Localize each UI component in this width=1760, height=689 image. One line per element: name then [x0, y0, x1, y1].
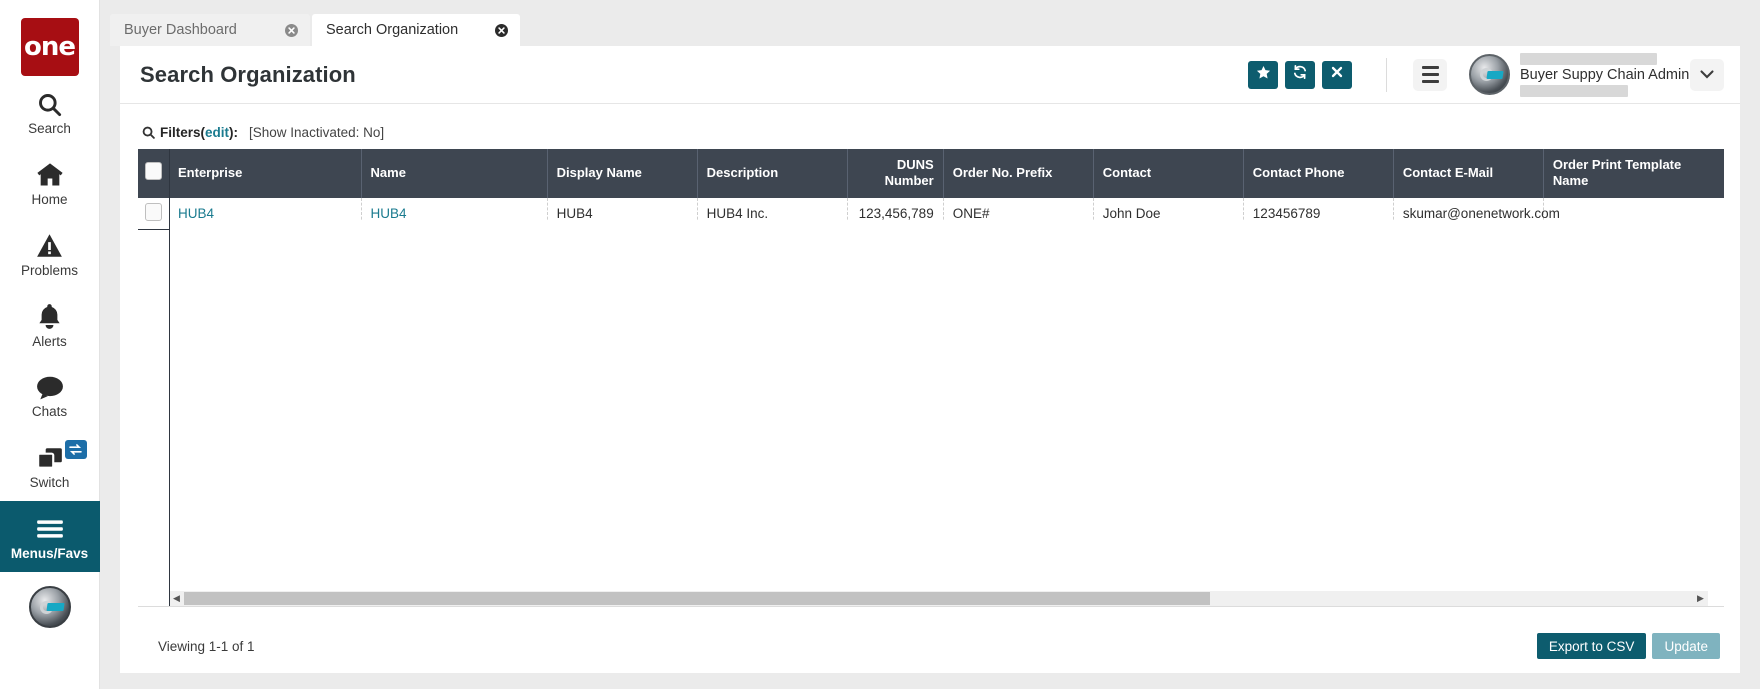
select-all-header[interactable] — [138, 149, 169, 198]
column-header-description[interactable]: Description — [697, 149, 847, 198]
warning-icon — [36, 231, 63, 261]
chat-icon — [36, 372, 64, 402]
filters-edit-link[interactable]: edit — [205, 125, 229, 140]
page-title: Search Organization — [140, 62, 356, 88]
sidebar-item-label: Chats — [32, 405, 67, 420]
close-button[interactable] — [1322, 61, 1352, 89]
tab-buyer-dashboard[interactable]: Buyer Dashboard — [110, 14, 310, 46]
redacted-bar — [1520, 85, 1628, 97]
close-circle-icon[interactable] — [267, 24, 298, 37]
export-to-csv-button[interactable]: Export to CSV — [1537, 633, 1647, 659]
tab-label: Search Organization — [326, 22, 458, 38]
column-header-phone[interactable]: Contact Phone — [1243, 149, 1393, 198]
scrollbar-track[interactable] — [184, 592, 1693, 605]
column-header-enterprise[interactable]: Enterprise — [169, 149, 361, 198]
user-menu-button[interactable] — [1690, 59, 1724, 91]
row-select-cell[interactable] — [138, 198, 169, 230]
scroll-right-arrow[interactable]: ▶ — [1693, 593, 1708, 604]
page-footer: Viewing 1-1 of 1 Export to CSV Update — [120, 619, 1740, 673]
header-divider — [1386, 58, 1387, 92]
page-card: Search Organization — [120, 46, 1740, 673]
update-button[interactable]: Update — [1652, 633, 1720, 659]
header-menu-button[interactable] — [1413, 59, 1447, 91]
column-header-duns[interactable]: DUNS Number — [847, 149, 943, 198]
chevron-down-icon — [1700, 66, 1714, 84]
sidebar-item-chats[interactable]: Chats — [0, 359, 100, 430]
column-header-display_name[interactable]: Display Name — [547, 149, 697, 198]
horizontal-scrollbar[interactable]: ◀ ▶ — [169, 591, 1708, 606]
column-header-contact[interactable]: Contact — [1093, 149, 1243, 198]
viewing-count: Viewing 1-1 of 1 — [158, 639, 255, 654]
bell-icon — [37, 302, 62, 332]
sidebar-item-label: Alerts — [32, 335, 67, 350]
sidebar-item-home[interactable]: Home — [0, 147, 100, 218]
avatar-visor — [46, 603, 64, 611]
user-name: Buyer Suppy Chain Admin — [1520, 67, 1680, 83]
app-logo[interactable]: one — [21, 18, 79, 76]
favorite-button[interactable] — [1248, 61, 1278, 89]
hamburger-icon — [35, 514, 65, 544]
filters-paren-close: ): — [229, 125, 238, 140]
column-header-name[interactable]: Name — [361, 149, 547, 198]
logo-text: one — [24, 32, 75, 62]
hamburger-icon-bar — [1422, 80, 1439, 83]
refresh-button[interactable] — [1285, 61, 1315, 89]
sidebar-item-label: Problems — [21, 264, 78, 279]
sidebar-item-switch[interactable]: Switch — [0, 430, 100, 501]
table-header: EnterpriseNameDisplay NameDescriptionDUN… — [138, 149, 1724, 198]
sidebar-item-menus-favs[interactable]: Menus/Favs — [0, 501, 100, 572]
user-avatar-icon[interactable] — [29, 586, 71, 628]
column-header-template[interactable]: Order Print Template Name — [1543, 149, 1724, 198]
tab-label: Buyer Dashboard — [124, 22, 237, 38]
filters-label: Filters — [160, 125, 201, 140]
footer-buttons: Export to CSV Update — [1537, 633, 1720, 659]
sidebar-item-alerts[interactable]: Alerts — [0, 289, 100, 360]
frozen-column-divider — [169, 149, 170, 607]
sidebar-item-problems[interactable]: Problems — [0, 218, 100, 289]
page-header: Search Organization — [120, 46, 1740, 104]
table-header-row: EnterpriseNameDisplay NameDescriptionDUN… — [138, 149, 1724, 198]
tab-search-organization[interactable]: Search Organization — [312, 14, 520, 49]
column-header-email[interactable]: Contact E-Mail — [1393, 149, 1543, 198]
close-circle-icon[interactable] — [477, 24, 508, 37]
sidebar-item-label: Switch — [30, 476, 70, 491]
switch-badge-icon[interactable] — [65, 440, 87, 459]
redacted-bar — [1520, 53, 1657, 65]
organization-table: EnterpriseNameDisplay NameDescriptionDUN… — [138, 149, 1724, 230]
filters-state: [Show Inactivated: No] — [249, 125, 384, 140]
hamburger-icon-bar — [1422, 73, 1439, 76]
grid-empty-area — [170, 221, 1724, 606]
scrollbar-thumb[interactable] — [184, 592, 1210, 605]
sidebar-item-label: Home — [31, 193, 67, 208]
search-icon — [142, 126, 155, 139]
tab-strip: Buyer Dashboard Search Organization — [100, 0, 1760, 46]
sidebar-item-label: Menus/Favs — [11, 547, 88, 562]
sidebar-item-label: Search — [28, 122, 71, 137]
filters-bar: Filters ( edit ): [Show Inactivated: No] — [138, 122, 1724, 142]
hamburger-icon-bar — [1422, 66, 1439, 69]
refresh-icon — [1292, 64, 1308, 85]
row-checkbox[interactable] — [145, 203, 162, 221]
link-enterprise[interactable]: HUB4 — [178, 206, 214, 221]
home-icon — [36, 160, 64, 190]
data-grid: EnterpriseNameDisplay NameDescriptionDUN… — [138, 149, 1724, 607]
sidebar-item-search[interactable]: Search — [0, 76, 100, 147]
x-icon — [1330, 65, 1344, 84]
star-icon — [1256, 65, 1271, 85]
left-navigation-rail: one Search Home Problems Alerts Chats — [0, 0, 100, 689]
page-body: Filters ( edit ): [Show Inactivated: No]… — [120, 104, 1740, 673]
switch-icon — [36, 443, 64, 473]
user-profile[interactable]: Buyer Suppy Chain Admin — [1469, 53, 1670, 97]
column-header-prefix[interactable]: Order No. Prefix — [943, 149, 1093, 198]
link-name[interactable]: HUB4 — [371, 206, 407, 221]
avatar-visor — [1486, 71, 1503, 79]
user-text-block: Buyer Suppy Chain Admin — [1520, 53, 1670, 97]
scroll-left-arrow[interactable]: ◀ — [169, 593, 184, 604]
select-all-checkbox[interactable] — [145, 162, 162, 180]
header-actions: Buyer Suppy Chain Admin — [1241, 53, 1724, 97]
search-icon — [36, 89, 63, 119]
avatar — [1469, 54, 1510, 95]
